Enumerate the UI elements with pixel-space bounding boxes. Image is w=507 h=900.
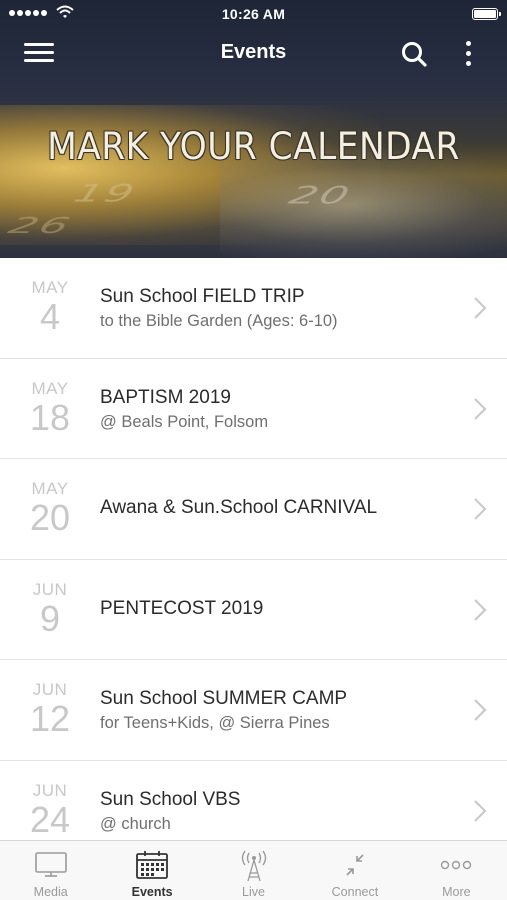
event-subtitle: @ Beals Point, Folsom <box>100 412 269 431</box>
event-row[interactable]: JUN 9 PENTECOST 2019 <box>0 560 507 660</box>
event-date: JUN 24 <box>14 781 86 838</box>
event-date: JUN 12 <box>14 680 86 737</box>
event-title: Sun School VBS <box>100 788 241 810</box>
chevron-right-icon <box>474 397 487 420</box>
more-dots-icon <box>441 860 472 870</box>
tab-more[interactable]: More <box>406 841 507 900</box>
tab-label: Connect <box>331 885 379 899</box>
chevron-right-icon <box>474 297 487 319</box>
calendar-icon <box>136 851 169 879</box>
collapse-arrows-icon <box>346 854 364 876</box>
event-day: 18 <box>29 396 71 438</box>
tv-monitor-icon <box>34 852 67 877</box>
tab-events[interactable]: Events <box>101 841 202 900</box>
search-icon[interactable] <box>400 40 430 68</box>
bottom-tab-bar: Media Events Live Connect More <box>0 840 507 900</box>
event-day: 9 <box>39 597 61 639</box>
tab-media[interactable]: Media <box>0 841 101 900</box>
event-subtitle: to the Bible Garden (Ages: 6-10) <box>100 312 338 330</box>
broadcast-tower-icon <box>241 850 266 882</box>
chevron-right-icon <box>474 498 487 520</box>
event-row[interactable]: JUN 24 Sun School VBS @ church <box>0 761 507 841</box>
battery-icon <box>472 8 501 20</box>
tab-label: More <box>442 885 471 899</box>
event-date: MAY 20 <box>14 479 86 536</box>
tab-label: Media <box>33 885 68 899</box>
event-month: MAY <box>31 278 69 297</box>
events-list: MAY 4 Sun School FIELD TRIP to the Bible… <box>0 258 507 840</box>
tab-label: Events <box>131 885 173 899</box>
chevron-right-icon <box>474 799 487 822</box>
page-title: Events <box>220 41 287 63</box>
status-bar: 10:26 AM <box>0 0 507 28</box>
event-date: JUN 9 <box>14 580 86 637</box>
hero-calendar-number: 20 <box>284 181 356 210</box>
event-row[interactable]: JUN 12 Sun School SUMMER CAMP for Teens+… <box>0 660 507 761</box>
event-title: Awana & Sun.School CARNIVAL <box>100 497 378 518</box>
header-hero-area: 19 20 26 10:26 AM Events MARK YOUR CALEN… <box>0 0 507 258</box>
event-title: PENTECOST 2019 <box>100 597 264 619</box>
event-row[interactable]: MAY 4 Sun School FIELD TRIP to the Bible… <box>0 258 507 359</box>
hero-banner-title: MARK YOUR CALENDAR <box>47 125 460 168</box>
event-subtitle: for Teens+Kids, @ Sierra Pines <box>100 714 330 732</box>
status-time: 10:26 AM <box>221 6 286 22</box>
event-month: JUN <box>32 680 68 699</box>
event-day: 24 <box>29 798 71 840</box>
tab-label: Live <box>242 885 265 899</box>
hero-calendar-number: 26 <box>4 212 76 239</box>
event-month: MAY <box>31 378 69 398</box>
event-row[interactable]: MAY 20 Awana & Sun.School CARNIVAL <box>0 459 507 560</box>
chevron-right-icon <box>474 598 487 621</box>
tab-connect[interactable]: Connect <box>304 841 405 900</box>
event-month: JUN <box>32 579 68 599</box>
hero-calendar-number: 19 <box>69 179 141 208</box>
event-day: 12 <box>29 698 71 739</box>
event-day: 4 <box>39 296 61 337</box>
event-date: MAY 18 <box>14 379 86 436</box>
event-title: Sun School SUMMER CAMP <box>100 688 348 709</box>
event-month: MAY <box>31 479 69 498</box>
chevron-right-icon <box>474 699 487 721</box>
event-row[interactable]: MAY 18 BAPTISM 2019 @ Beals Point, Folso… <box>0 359 507 459</box>
event-day: 20 <box>29 497 71 538</box>
event-date: MAY 4 <box>14 278 86 335</box>
event-subtitle: @ church <box>100 814 171 833</box>
event-month: JUN <box>32 780 68 800</box>
tab-live[interactable]: Live <box>203 841 304 900</box>
event-title: Sun School FIELD TRIP <box>100 286 305 307</box>
event-title: BAPTISM 2019 <box>100 386 231 408</box>
kebab-more-icon[interactable] <box>458 38 478 68</box>
navigation-bar: Events <box>0 30 507 76</box>
